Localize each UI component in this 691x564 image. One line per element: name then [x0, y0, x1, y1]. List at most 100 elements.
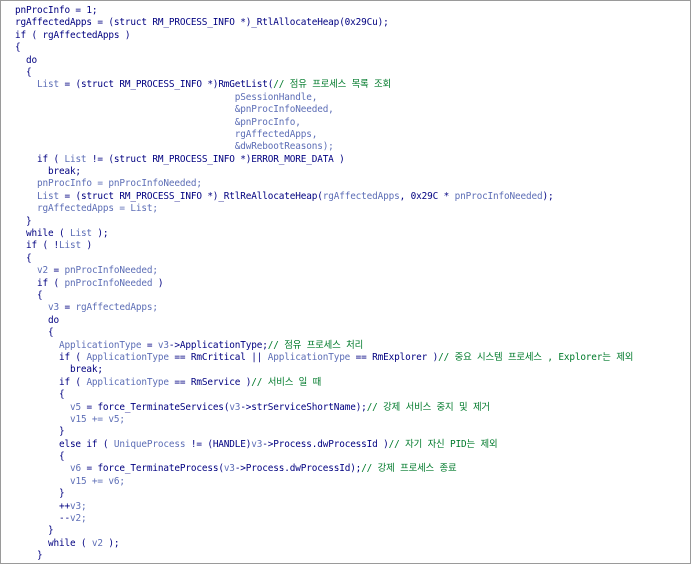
code-token: }: [15, 550, 43, 562]
code-line: {: [15, 42, 690, 54]
code-token: =: [141, 339, 158, 351]
code-token: else if (: [15, 438, 114, 450]
code-token: ): [119, 29, 131, 41]
code-token: v3: [251, 438, 263, 450]
code-token: if (: [15, 29, 43, 41]
code-token: );: [102, 537, 120, 549]
code-line: break;: [15, 364, 690, 376]
code-line: pnProcInfo = 1;: [15, 5, 690, 17]
code-token: }: [15, 488, 65, 500]
code-comment: // 강제 서비스 중지 및 제거: [366, 401, 490, 413]
code-token: if (: [15, 153, 65, 165]
code-comment: // 강제 프로세스 종료: [361, 463, 457, 475]
code-token: ->ApplicationType;: [168, 339, 268, 351]
code-token: {: [15, 289, 43, 301]
code-line: if ( pnProcInfoNeeded ): [15, 278, 690, 290]
code-line: {: [15, 290, 690, 302]
code-line: {: [15, 389, 690, 401]
code-token: = (struct RM_PROCESS_INFO *): [58, 79, 219, 91]
code-token: v2;: [69, 513, 87, 525]
code-token: ): [80, 240, 92, 252]
code-token: =: [47, 265, 65, 277]
code-token: break;: [15, 166, 81, 178]
code-line: v15 += v6;: [15, 476, 690, 488]
code-comment: // 점유 프로세스 처리: [267, 339, 364, 351]
code-token: );: [91, 228, 109, 240]
code-comment: // 서비스 일 때: [251, 376, 322, 388]
code-line: v15 += v5;: [15, 414, 690, 426]
code-token: != (HANDLE): [185, 438, 252, 450]
code-token: v2: [36, 265, 48, 277]
code-token: v3: [157, 339, 169, 351]
code-token: ++: [15, 500, 70, 512]
code-token: (0x29Cu);: [339, 17, 389, 29]
code-line: {: [15, 253, 690, 265]
code-token: ApplicationType: [58, 339, 142, 351]
code-line: {: [15, 67, 690, 79]
code-line: &dwRebootReasons);: [15, 141, 690, 153]
code-token: List: [69, 228, 92, 240]
code-token: _RtlReAllocateHeap: [218, 190, 318, 202]
code-token: pnProcInfo = 1;: [15, 5, 98, 16]
code-line: break;: [15, 166, 690, 178]
code-token: force_TerminateProcess: [97, 463, 219, 475]
code-line: }: [15, 426, 690, 438]
code-line: v5 = force_TerminateServices(v3->strServ…: [15, 402, 690, 414]
code-token: , 0x29C *: [399, 190, 455, 202]
code-token: v3: [47, 302, 59, 314]
code-token: &pnProcInfo,: [234, 116, 301, 128]
code-token: ApplicationType: [86, 351, 169, 363]
code-token: v2: [91, 537, 103, 549]
code-token: List: [58, 240, 81, 252]
code-token: v15 += v6;: [69, 475, 125, 487]
code-token: == RmCritical ||: [168, 351, 268, 363]
code-token: rgAffectedApps = List;: [36, 203, 158, 215]
code-token: UniqueProcess: [113, 438, 186, 450]
code-line: pnProcInfo = pnProcInfoNeeded;: [15, 178, 690, 190]
code-line: if ( ApplicationType == RmService )// 서비…: [15, 377, 690, 389]
code-token: pnProcInfoNeeded: [64, 277, 153, 289]
code-line: v3 = rgAffectedApps;: [15, 302, 690, 314]
code-token: {: [15, 42, 21, 54]
code-line: else if ( UniqueProcess != (HANDLE)v3->P…: [15, 439, 690, 451]
code-line: List = (struct RM_PROCESS_INFO *)_RtlReA…: [15, 191, 690, 203]
code-token: v3;: [69, 500, 87, 512]
code-token: rgAffectedApps,: [234, 128, 318, 140]
code-token: pnProcInfoNeeded;: [64, 265, 158, 277]
code-token: &pnProcInfoNeeded,: [234, 104, 334, 116]
code-token: _RtlAllocateHeap: [251, 17, 340, 29]
code-token: = (struct RM_PROCESS_INFO *): [58, 190, 219, 202]
code-token: do: [15, 314, 59, 326]
code-line: List = (struct RM_PROCESS_INFO *)RmGetLi…: [15, 79, 690, 91]
code-token: ): [152, 277, 164, 289]
code-line: if ( ApplicationType == RmCritical || Ap…: [15, 352, 690, 364]
code-line: }: [15, 525, 690, 537]
code-token: =: [80, 463, 98, 475]
code-line: do: [15, 55, 690, 67]
code-token: ->Process.dwProcessId ): [262, 438, 389, 450]
code-token: force_TerminateServices: [97, 401, 224, 413]
code-token: }: [15, 426, 65, 438]
code-token: List: [64, 153, 87, 165]
code-line: v2 = pnProcInfoNeeded;: [15, 265, 690, 277]
code-token: v15 += v5;: [69, 413, 125, 425]
code-token: pSessionHandle,: [234, 91, 318, 103]
code-token: rgAffectedApps: [322, 190, 400, 202]
code-token: if (: [15, 351, 87, 363]
code-token: while (: [15, 228, 70, 240]
code-line: ++v3;: [15, 501, 690, 513]
code-token: List: [36, 190, 59, 202]
code-token: }: [15, 525, 54, 537]
